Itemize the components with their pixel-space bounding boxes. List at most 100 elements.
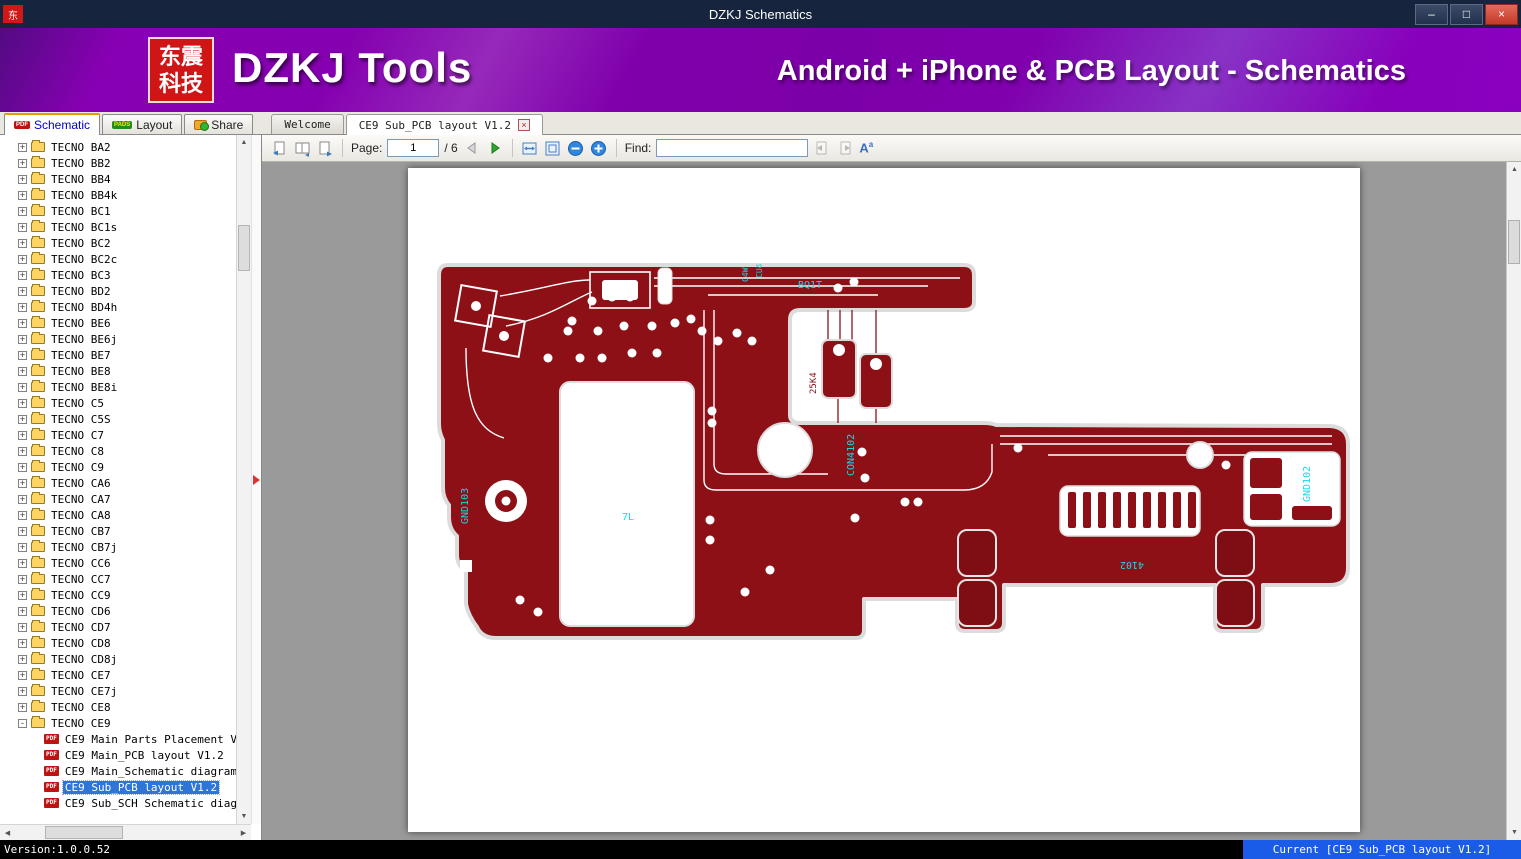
scroll-thumb[interactable]: [1508, 220, 1520, 264]
tree-folder-item[interactable]: + TECNO CA6: [0, 475, 236, 491]
sidebar-splitter[interactable]: [251, 135, 261, 824]
expand-icon[interactable]: +: [18, 143, 27, 152]
previous-page-icon[interactable]: [463, 139, 481, 157]
view-book-icon[interactable]: [316, 139, 334, 157]
expand-icon[interactable]: +: [18, 495, 27, 504]
expand-icon[interactable]: +: [18, 671, 27, 680]
doc-tab-welcome[interactable]: Welcome: [271, 114, 343, 134]
tab-share[interactable]: Share: [184, 114, 253, 134]
maximize-button[interactable]: □: [1450, 4, 1483, 25]
page-number-input[interactable]: [387, 139, 439, 157]
tree-vertical-scrollbar[interactable]: ▲ ▼: [236, 135, 251, 824]
tree-document-item[interactable]: PDF CE9 Sub_SCH Schematic diagr: [0, 795, 236, 811]
sidebar-collapse-arrow-icon[interactable]: [253, 475, 260, 485]
tree-folder-item[interactable]: + TECNO CB7: [0, 523, 236, 539]
tree-folder-item[interactable]: + TECNO BE8i: [0, 379, 236, 395]
expand-icon[interactable]: +: [18, 383, 27, 392]
tree-folder-item[interactable]: + TECNO C8: [0, 443, 236, 459]
tree-folder-item[interactable]: + TECNO C9: [0, 459, 236, 475]
tree-folder-item-expanded[interactable]: - TECNO CE9: [0, 715, 236, 731]
expand-icon[interactable]: +: [18, 191, 27, 200]
tree-folder-item[interactable]: + TECNO C5: [0, 395, 236, 411]
tree-document-item[interactable]: PDF CE9 Sub_PCB layout V1.2: [0, 779, 236, 795]
expand-icon[interactable]: +: [18, 575, 27, 584]
find-next-icon[interactable]: [836, 139, 854, 157]
expand-icon[interactable]: +: [18, 703, 27, 712]
scroll-thumb[interactable]: [45, 826, 123, 839]
view-single-page-icon[interactable]: [270, 139, 288, 157]
find-input[interactable]: [656, 139, 808, 157]
tree-folder-item[interactable]: + TECNO CD8j: [0, 651, 236, 667]
expand-icon[interactable]: +: [18, 623, 27, 632]
expand-icon[interactable]: +: [18, 687, 27, 696]
tree-folder-item[interactable]: + TECNO CE7: [0, 667, 236, 683]
tree-folder-item[interactable]: + TECNO CC7: [0, 571, 236, 587]
expand-icon[interactable]: +: [18, 287, 27, 296]
expand-icon[interactable]: +: [18, 479, 27, 488]
tree-folder-item[interactable]: + TECNO BC2c: [0, 251, 236, 267]
expand-icon[interactable]: +: [18, 415, 27, 424]
tree-document-item[interactable]: PDF CE9 Main Parts Placement V1: [0, 731, 236, 747]
expand-icon[interactable]: +: [18, 447, 27, 456]
tree-folder-item[interactable]: + TECNO BE7: [0, 347, 236, 363]
tree-folder-item[interactable]: + TECNO BB4k: [0, 187, 236, 203]
minimize-button[interactable]: –: [1415, 4, 1448, 25]
scroll-down-icon[interactable]: ▼: [1507, 825, 1521, 840]
font-size-icon[interactable]: Aa: [859, 140, 873, 155]
expand-icon[interactable]: +: [18, 463, 27, 472]
expand-icon[interactable]: +: [18, 159, 27, 168]
zoom-in-icon[interactable]: [590, 139, 608, 157]
tree-folder-item[interactable]: + TECNO BC3: [0, 267, 236, 283]
find-previous-icon[interactable]: [813, 139, 831, 157]
expand-icon[interactable]: +: [18, 239, 27, 248]
expand-icon[interactable]: +: [18, 271, 27, 280]
tree-folder-item[interactable]: + TECNO CA8: [0, 507, 236, 523]
collapse-icon[interactable]: -: [18, 719, 27, 728]
expand-icon[interactable]: +: [18, 175, 27, 184]
expand-icon[interactable]: +: [18, 367, 27, 376]
expand-icon[interactable]: +: [18, 399, 27, 408]
tree-horizontal-scrollbar[interactable]: ◀ ▶: [0, 824, 251, 840]
tree-folder-item[interactable]: + TECNO BE8: [0, 363, 236, 379]
tree-folder-item[interactable]: + TECNO CB7j: [0, 539, 236, 555]
expand-icon[interactable]: +: [18, 655, 27, 664]
scroll-right-icon[interactable]: ▶: [236, 825, 251, 840]
expand-icon[interactable]: +: [18, 431, 27, 440]
expand-icon[interactable]: +: [18, 559, 27, 568]
tree-folder-item[interactable]: + TECNO CC9: [0, 587, 236, 603]
tree-folder-item[interactable]: + TECNO BC1s: [0, 219, 236, 235]
tree-folder-item[interactable]: + TECNO BE6: [0, 315, 236, 331]
tree-folder-item[interactable]: + TECNO CD8: [0, 635, 236, 651]
expand-icon[interactable]: +: [18, 607, 27, 616]
expand-icon[interactable]: +: [18, 223, 27, 232]
next-page-icon[interactable]: [486, 139, 504, 157]
tree-folder-item[interactable]: + TECNO CD7: [0, 619, 236, 635]
fit-width-icon[interactable]: [521, 139, 539, 157]
tab-close-icon[interactable]: ×: [518, 119, 530, 131]
tree-folder-item[interactable]: + TECNO CE8: [0, 699, 236, 715]
tab-layout[interactable]: PADS Layout: [102, 114, 182, 134]
tree-folder-item[interactable]: + TECNO CC6: [0, 555, 236, 571]
tree-document-item[interactable]: PDF CE9 Main_PCB layout V1.2: [0, 747, 236, 763]
doc-tab-active[interactable]: CE9 Sub_PCB layout V1.2 ×: [346, 114, 543, 135]
tree-folder-item[interactable]: + TECNO BA2: [0, 139, 236, 155]
zoom-out-icon[interactable]: [567, 139, 585, 157]
expand-icon[interactable]: +: [18, 511, 27, 520]
tree-folder-item[interactable]: + TECNO C7: [0, 427, 236, 443]
tree-folder-item[interactable]: + TECNO C5S: [0, 411, 236, 427]
tree-folder-item[interactable]: + TECNO BD2: [0, 283, 236, 299]
expand-icon[interactable]: +: [18, 351, 27, 360]
tree-folder-item[interactable]: + TECNO BB2: [0, 155, 236, 171]
tree-folder-item[interactable]: + TECNO CD6: [0, 603, 236, 619]
scroll-left-icon[interactable]: ◀: [0, 825, 15, 840]
tree-folder-item[interactable]: + TECNO BC2: [0, 235, 236, 251]
view-facing-pages-icon[interactable]: [293, 139, 311, 157]
expand-icon[interactable]: +: [18, 527, 27, 536]
tab-schematic[interactable]: PDF Schematic: [4, 113, 100, 135]
tree-document-item[interactable]: PDF CE9 Main_Schematic diagram: [0, 763, 236, 779]
expand-icon[interactable]: +: [18, 591, 27, 600]
scroll-thumb[interactable]: [238, 225, 250, 271]
scroll-up-icon[interactable]: ▲: [1507, 162, 1521, 177]
scroll-down-icon[interactable]: ▼: [237, 809, 251, 824]
close-button[interactable]: ×: [1485, 4, 1518, 25]
